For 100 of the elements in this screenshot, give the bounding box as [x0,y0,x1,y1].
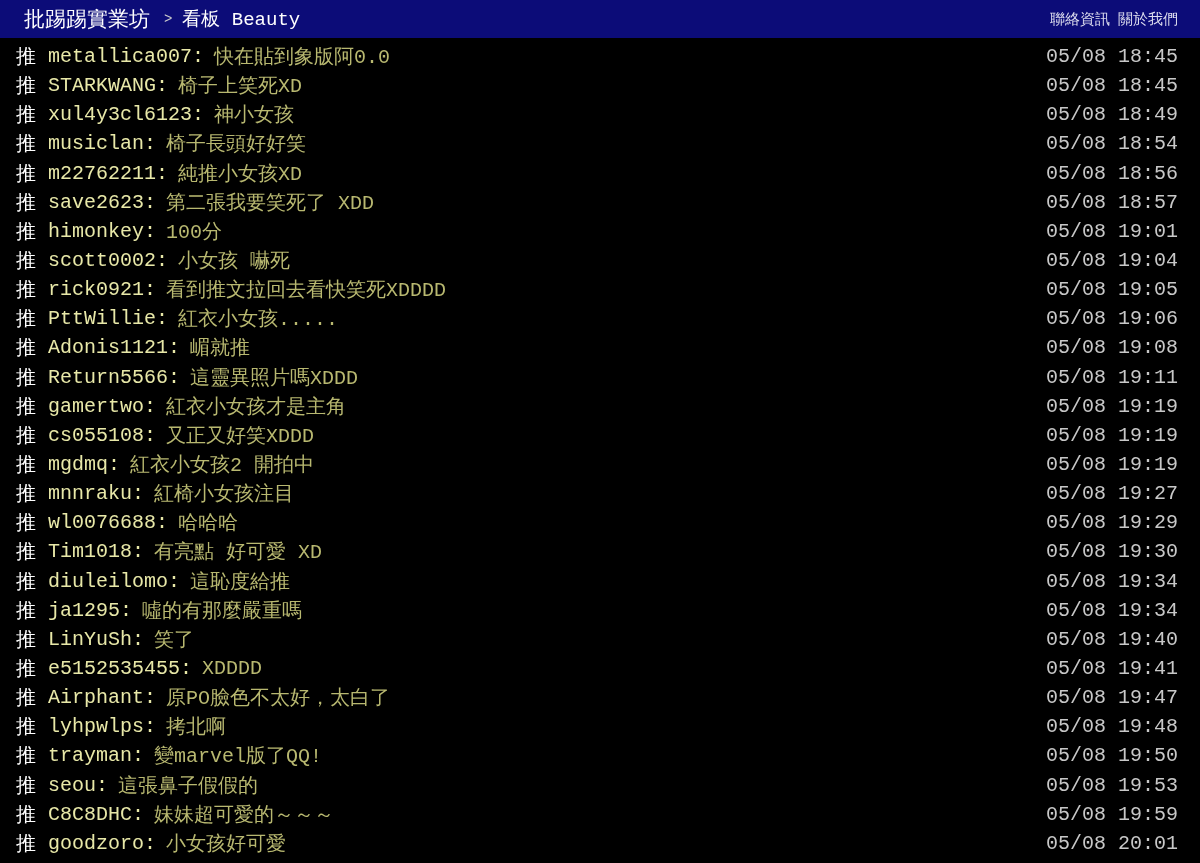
push-tag: 推 [16,480,36,508]
push-user: Tim1018: [48,540,144,564]
push-time: 05/08 19:50 [1045,744,1178,768]
breadcrumb-separator: > [164,11,173,27]
push-tag: 推 [16,567,36,595]
push-time: 05/08 19:19 [1045,423,1178,447]
push-time: 05/08 18:49 [1045,103,1178,127]
push-content: 看到推文拉回去看快笑死XDDDD [166,278,448,304]
push-user: Return5566: [48,365,181,389]
push-time: 05/08 19:08 [1045,336,1178,360]
push-user: mgdmq: [48,453,120,477]
push-tag: 推 [16,509,36,537]
push-tag: 推 [16,829,36,857]
push-user: e5152535455: [48,657,193,680]
push-time: 05/08 19:01 [1045,219,1178,243]
push-time: 05/08 19:04 [1045,249,1178,273]
push-content: 神小女孩 [214,103,296,129]
push-user: rick0921: [48,278,157,302]
push-time: 05/08 19:19 [1045,394,1178,418]
push-tag: 推 [16,596,36,624]
push-tag: 推 [16,188,36,216]
push-content: 小女孩好可愛 [166,831,288,857]
push-content: 嵋就推 [190,336,252,362]
push-user: metallica007: [48,45,205,69]
push-user: goodzoro: [48,831,157,855]
push-user: C8C8DHC: [48,802,144,826]
push-content: 笑了 [154,627,195,653]
push-time: 05/08 19:40 [1045,627,1178,651]
push-user: trayman: [48,744,144,768]
push-time: 05/08 18:45 [1045,74,1178,98]
push-time: 05/08 18:54 [1045,132,1178,156]
push-time: 05/08 19:06 [1045,307,1178,331]
push-tag: 推 [16,684,36,712]
push-time: 05/08 19:29 [1045,511,1178,535]
push-time: 05/08 18:56 [1045,161,1178,185]
push-user: STARKWANG: [48,74,169,98]
site-logo-link[interactable]: 批踢踢實業坊 [24,5,150,33]
push-tag: 推 [16,771,36,799]
push-content: 純推小女孩XD [178,161,304,187]
push-content: 第二張我要笑死了 XDD [166,190,376,216]
push-time: 05/08 19:34 [1045,569,1178,593]
push-time: 05/08 19:47 [1045,686,1178,710]
push-time: 05/08 19:27 [1045,482,1178,506]
push-tag: 推 [16,247,36,275]
push-content: 妹妹超可愛的～～～ [154,802,335,828]
push-time: 05/08 19:34 [1045,598,1178,622]
push-tag: 推 [16,451,36,479]
push-content: 原PO臉色不太好，太白了 [166,686,392,712]
push-content: 噓的有那麼嚴重嗎 [142,598,303,624]
push-user: m22762211: [48,161,169,185]
push-content: 拷北啊 [166,715,228,741]
push-tag: 推 [16,72,36,100]
push-user: xul4y3cl6123: [48,103,205,127]
push-time: 05/08 19:05 [1045,278,1178,302]
push-time: 05/08 19:41 [1045,657,1178,680]
push-time: 05/08 19:30 [1045,540,1178,564]
push-content: 哈哈哈 [178,511,240,537]
push-content: 這恥度給推 [190,569,292,595]
push-user: Adonis1121: [48,336,181,360]
push-tag: 推 [16,713,36,741]
push-tag: 推 [16,43,36,71]
header-link[interactable]: 聯絡資訊 [1050,9,1110,29]
push-time: 05/08 19:19 [1045,453,1178,477]
push-user: himonkey: [48,219,157,243]
push-content: 變marvel版了QQ! [154,744,324,770]
push-tag: 推 [16,392,36,420]
push-tag: 推 [16,742,36,770]
push-content: XDDDD [202,657,264,680]
push-tag: 推 [16,421,36,449]
push-content: 椅子長頭好好笑 [166,132,308,158]
push-time: 05/08 19:59 [1045,802,1178,826]
push-tag: 推 [16,800,36,828]
push-user: diuleilomo: [48,569,181,593]
push-user: PttWillie: [48,307,169,331]
push-tag: 推 [16,159,36,187]
push-content: 100分 [166,219,224,245]
push-time: 05/08 19:48 [1045,715,1178,739]
push-tag: 推 [16,305,36,333]
push-content: 紅衣小女孩才是主角 [166,394,348,420]
push-content: 小女孩 嚇死 [178,249,292,275]
board-link[interactable]: 看板 Beauty [182,6,301,32]
push-time: 05/08 20:01 [1045,831,1178,855]
push-user: LinYuSh: [48,627,144,651]
push-tag: 推 [16,655,36,682]
push-time: 05/08 19:53 [1045,773,1178,797]
push-tag: 推 [16,334,36,362]
push-content: 有亮點 好可愛 XD [154,540,324,566]
push-user: save2623: [48,190,157,214]
push-user: seou: [48,773,108,797]
push-user: ja1295: [48,598,132,622]
push-user: scott0002: [48,249,169,273]
push-time: 05/08 18:45 [1045,45,1178,69]
push-tag: 推 [16,101,36,129]
push-user: mnnraku: [48,482,144,506]
push-user: musiclan: [48,132,157,156]
push-tag: 推 [16,276,36,304]
push-content: 這張鼻子假假的 [118,773,259,799]
header-link[interactable]: 關於我們 [1118,9,1178,29]
push-content: 紅衣小女孩..... [178,307,340,333]
push-user: cs055108: [48,423,157,447]
